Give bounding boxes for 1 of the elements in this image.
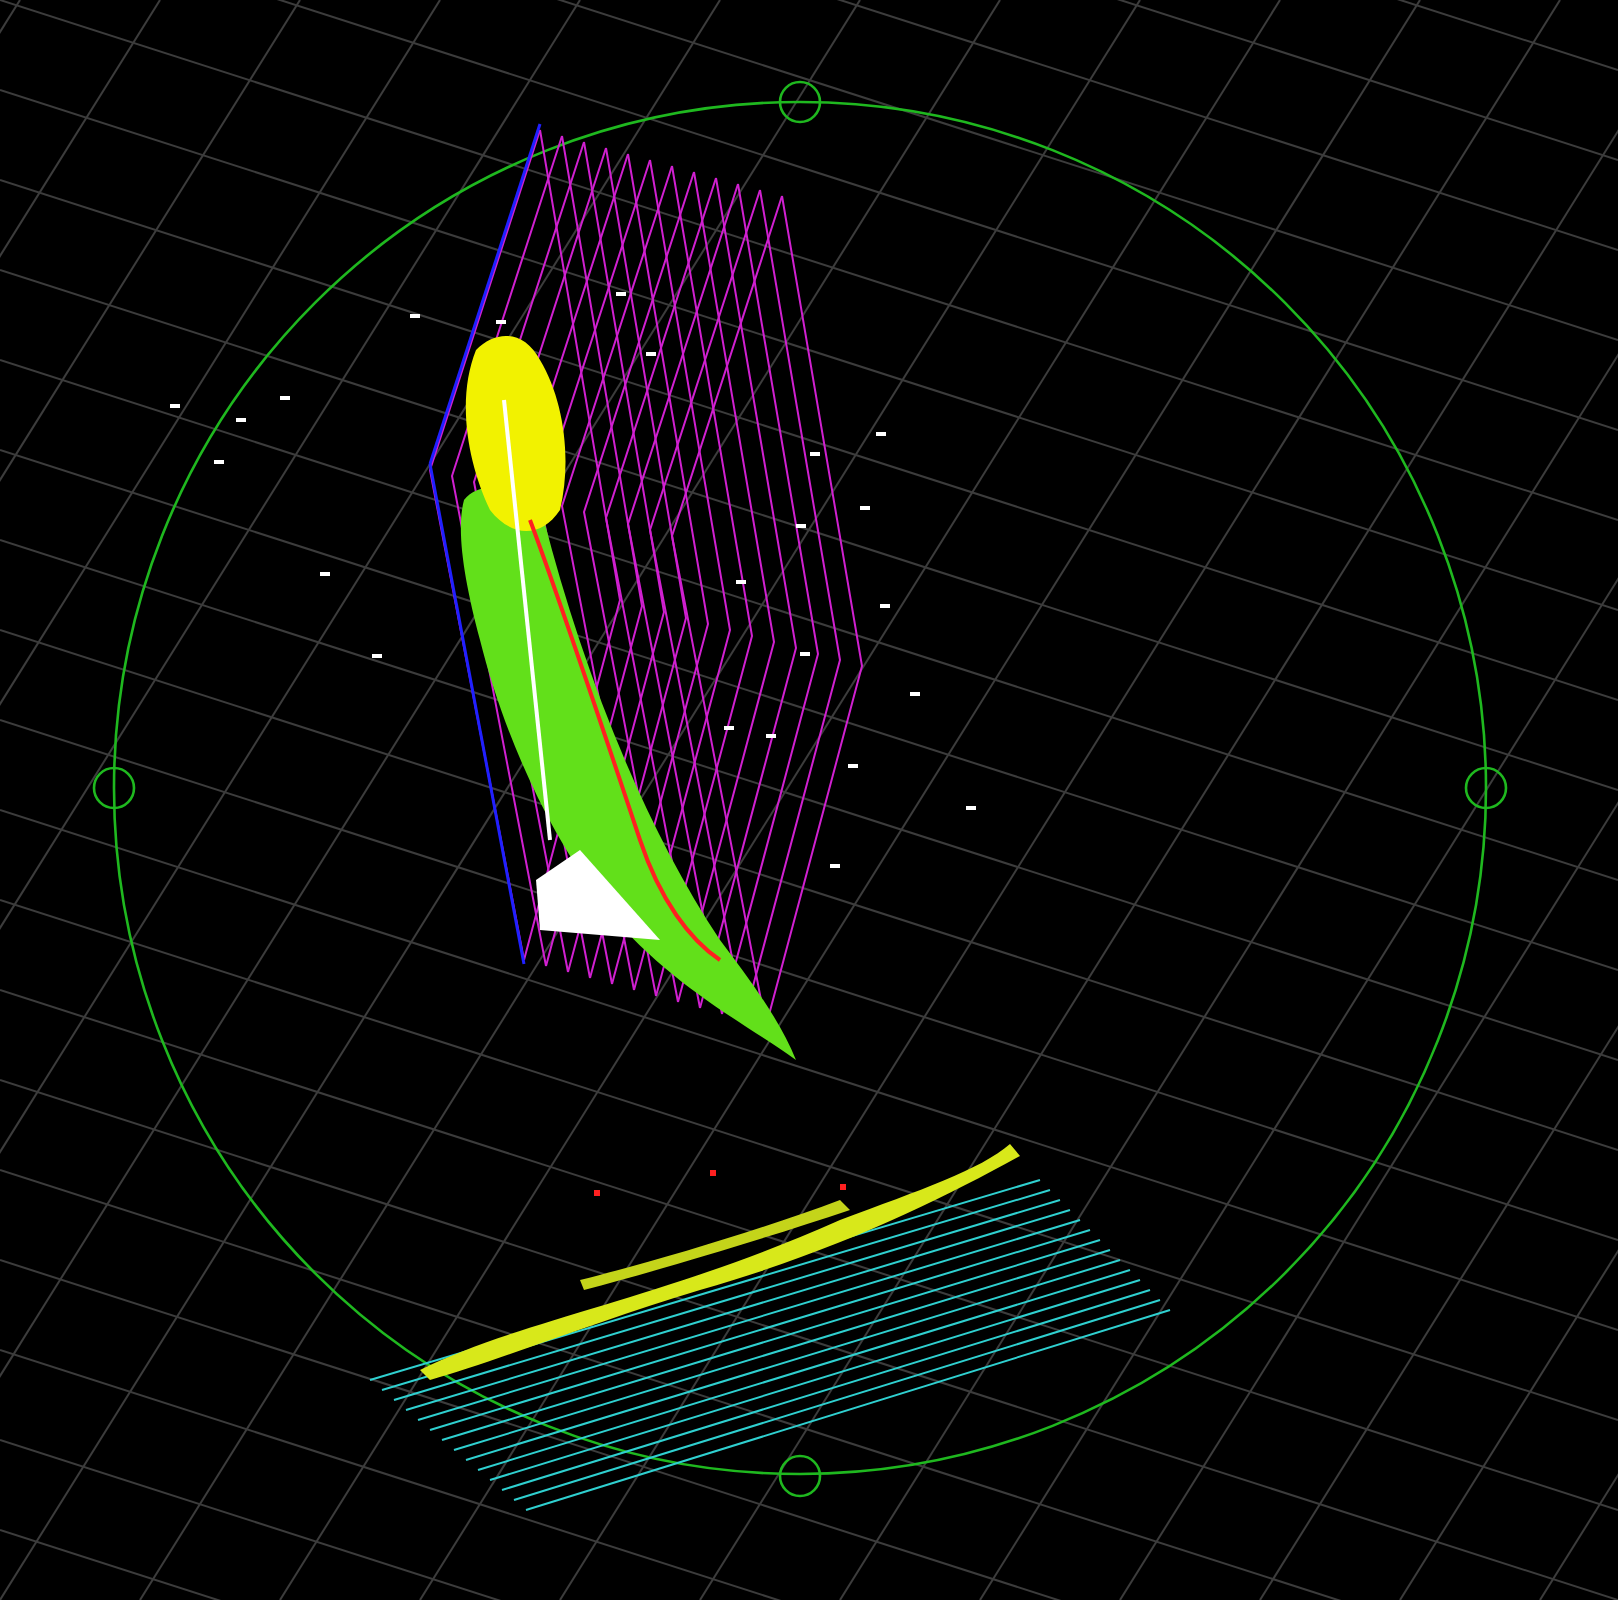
- orbit-ring-drawing[interactable]: [92, 80, 1508, 1498]
